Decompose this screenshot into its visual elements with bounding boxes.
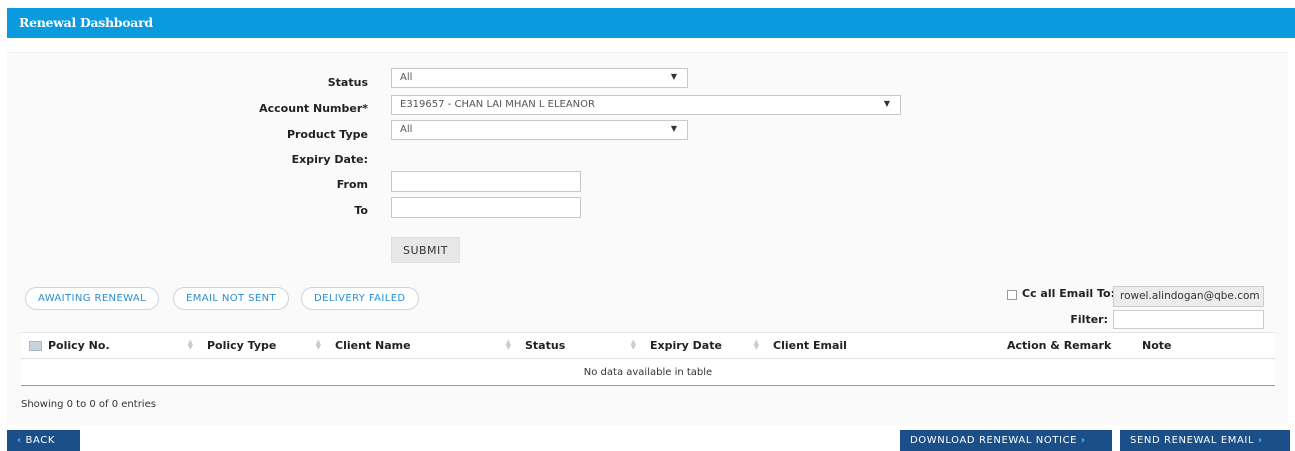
status-select[interactable]: All ▼ [391, 68, 688, 88]
triangle-down-icon: ▼ [883, 99, 890, 108]
col-action-remark: Action & Remark [999, 332, 1134, 359]
table-info: Showing 0 to 0 of 0 entries [21, 399, 156, 410]
back-button-label: BACK [25, 435, 55, 446]
product-type-select[interactable]: All ▼ [391, 120, 688, 140]
to-label: To [354, 204, 368, 217]
cc-email-input[interactable]: rowel.alindogan@qbe.com [1113, 286, 1264, 307]
col-expiry-date-label: Expiry Date [650, 339, 722, 352]
col-policy-no-label: Policy No. [48, 339, 110, 352]
send-renewal-email-label: SEND RENEWAL EMAIL [1130, 435, 1255, 446]
account-number-select[interactable]: E319657 - CHAN LAI MHAN L ELEANOR ▼ [391, 95, 901, 115]
filter-label: Filter: [1070, 313, 1108, 326]
col-policy-type[interactable]: Policy Type ▲ ▼ [199, 332, 327, 359]
filter-input[interactable] [1113, 310, 1264, 329]
expiry-from-input[interactable] [391, 171, 581, 192]
cc-all-label: Cc all Email To: [1022, 287, 1115, 300]
delivery-failed-button[interactable]: DELIVERY FAILED [301, 287, 419, 310]
empty-table-message: No data available in table [21, 358, 1275, 386]
submit-button[interactable]: SUBMIT [391, 237, 460, 263]
col-action-remark-label: Action & Remark [1007, 339, 1112, 352]
from-label: From [336, 178, 368, 191]
download-renewal-notice-label: DOWNLOAD RENEWAL NOTICE [910, 435, 1078, 446]
select-all-icon[interactable] [29, 341, 42, 351]
chevron-right-icon: › [1080, 435, 1086, 446]
header-bar: Renewal Dashboard [7, 8, 1295, 38]
sort-icon: ▲ ▼ [630, 338, 636, 351]
product-type-label: Product Type [286, 128, 368, 141]
col-client-email-label: Client Email [773, 339, 847, 352]
back-button[interactable]: ‹ BACK [7, 430, 80, 451]
col-policy-no[interactable]: Policy No. ▲ ▼ [21, 332, 199, 359]
renewals-table: Policy No. ▲ ▼ Policy Type ▲ ▼ Client Name… [21, 332, 1275, 386]
page-title: Renewal Dashboard [19, 15, 153, 30]
status-label: Status [327, 76, 368, 89]
sort-icon: ▲ ▼ [505, 338, 511, 351]
chevron-left-icon: ‹ [17, 435, 22, 446]
top-strip [0, 0, 1295, 8]
cc-all-checkbox[interactable] [1007, 290, 1017, 300]
triangle-down-icon: ▼ [670, 124, 677, 133]
col-policy-type-label: Policy Type [207, 339, 277, 352]
col-expiry-date[interactable]: Expiry Date ▲ ▼ [642, 332, 765, 359]
send-renewal-email-button[interactable]: SEND RENEWAL EMAIL › [1120, 430, 1290, 451]
status-select-value: All [400, 72, 413, 83]
col-status[interactable]: Status ▲ ▼ [517, 332, 642, 359]
chevron-right-icon: › [1257, 435, 1263, 446]
product-type-value: All [400, 124, 413, 135]
triangle-down-icon: ▼ [670, 72, 677, 81]
expiry-to-input[interactable] [391, 197, 581, 218]
awaiting-renewal-button[interactable]: AWAITING RENEWAL [25, 287, 160, 310]
table-row: No data available in table [21, 358, 1275, 386]
sort-icon: ▲ ▼ [315, 338, 321, 351]
expiry-date-label: Expiry Date: [291, 153, 368, 166]
table-header-row: Policy No. ▲ ▼ Policy Type ▲ ▼ Client Name… [21, 332, 1275, 359]
account-number-value: E319657 - CHAN LAI MHAN L ELEANOR [400, 99, 595, 110]
account-number-label: Account Number* [259, 102, 368, 115]
col-note: Note [1134, 332, 1275, 359]
download-renewal-notice-button[interactable]: DOWNLOAD RENEWAL NOTICE › [900, 430, 1112, 451]
sort-icon: ▲ ▼ [187, 338, 193, 351]
email-not-sent-button[interactable]: EMAIL NOT SENT [173, 287, 289, 310]
col-status-label: Status [525, 339, 566, 352]
col-client-name-label: Client Name [335, 339, 411, 352]
col-note-label: Note [1142, 339, 1172, 352]
col-client-name[interactable]: Client Name ▲ ▼ [327, 332, 517, 359]
col-client-email: Client Email [765, 332, 999, 359]
sort-icon: ▲ ▼ [753, 338, 759, 351]
